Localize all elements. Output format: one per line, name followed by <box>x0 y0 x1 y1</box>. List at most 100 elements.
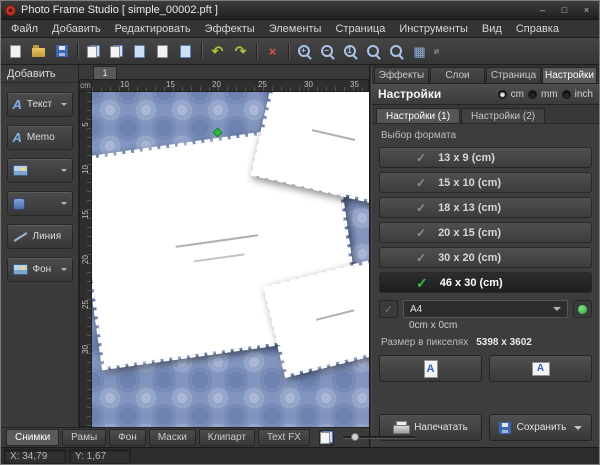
close-button[interactable]: × <box>578 3 595 17</box>
slider-thumb[interactable] <box>351 433 359 441</box>
subtab-settings-2[interactable]: Настройки (2) <box>461 108 545 123</box>
panel-title: Настройки <box>378 87 441 101</box>
green-dot-icon <box>578 305 587 314</box>
add-text-button[interactable]: A Текст <box>7 92 73 117</box>
menu-page[interactable]: Страница <box>328 21 392 37</box>
new-document-icon[interactable] <box>5 41 26 62</box>
radio-cm[interactable] <box>498 90 507 99</box>
orientation-portrait-button[interactable]: A <box>379 355 482 382</box>
zoom-region-icon[interactable] <box>386 41 407 62</box>
prev-page-icon[interactable] <box>152 41 173 62</box>
tab-masks[interactable]: Маски <box>149 429 196 446</box>
add-memo-button[interactable]: A Memo <box>7 125 73 150</box>
menu-view[interactable]: Вид <box>475 21 509 37</box>
toolbar-separator <box>201 43 202 59</box>
check-icon: ✓ <box>416 202 426 214</box>
redo-icon[interactable]: ↷ <box>230 41 251 62</box>
zoom-actual-icon[interactable]: 1 <box>340 41 361 62</box>
background-image-icon <box>13 264 28 275</box>
radio-inch-label: inch <box>575 89 593 100</box>
zoom-out-icon[interactable]: − <box>317 41 338 62</box>
add-line-button[interactable]: Линия <box>7 224 73 249</box>
open-folder-icon[interactable] <box>28 41 49 62</box>
paper-size-select[interactable]: A4 <box>403 300 568 318</box>
title-bar: Photo Frame Studio [ simple_00002.pft ] … <box>1 1 599 20</box>
tab-backgrounds[interactable]: Фон <box>109 429 146 446</box>
format-option-18x13[interactable]: ✓ 18 x 13 (cm) <box>379 197 592 218</box>
frame-placeholder-text <box>194 253 245 262</box>
add-page-icon[interactable] <box>83 41 104 62</box>
custom-paper-check-icon[interactable]: ✓ <box>379 300 398 318</box>
menu-edit[interactable]: Редактировать <box>108 21 198 37</box>
rotate-handle[interactable] <box>212 127 222 137</box>
shape-icon <box>13 198 25 210</box>
add-image-button[interactable] <box>7 158 73 183</box>
v-tick: 15 <box>81 208 90 221</box>
apply-paper-size-button[interactable] <box>573 300 592 318</box>
panel-header: Настройки cm mm inch <box>372 84 599 105</box>
save-icon[interactable] <box>51 41 72 62</box>
frame-placeholder-text <box>312 129 356 141</box>
undo-icon[interactable]: ↶ <box>207 41 228 62</box>
menu-file[interactable]: Файл <box>4 21 45 37</box>
portrait-page-icon: A <box>424 360 438 378</box>
tab-clipart[interactable]: Клипарт <box>199 429 255 446</box>
zoom-in-icon[interactable]: + <box>294 41 315 62</box>
tab-snapshots[interactable]: Снимки <box>6 429 59 446</box>
custom-paper-row: ✓ A4 <box>379 300 592 318</box>
h-tick: 30 <box>304 80 313 89</box>
thumbnail-view-button[interactable] <box>319 430 334 446</box>
menu-add[interactable]: Добавить <box>45 21 108 37</box>
chevron-down-icon[interactable] <box>61 268 67 274</box>
format-option-46x30-selected[interactable]: ✓ 46 x 30 (cm) <box>379 272 592 293</box>
toolbar-clipped-text: и <box>434 46 439 56</box>
subtab-settings-1[interactable]: Настройки (1) <box>376 108 460 123</box>
work-row: Добавить A Текст A Memo <box>1 65 369 427</box>
chevron-down-icon[interactable] <box>574 426 582 434</box>
format-option-13x9[interactable]: ✓ 13 x 9 (cm) <box>379 147 592 168</box>
format-option-30x20[interactable]: ✓ 30 x 20 (cm) <box>379 247 592 268</box>
format-option-20x15[interactable]: ✓ 20 x 15 (cm) <box>379 222 592 243</box>
check-icon: ✓ <box>416 152 426 164</box>
tab-layers[interactable]: Слои <box>430 67 485 83</box>
save-button[interactable]: Сохранить <box>489 414 592 441</box>
tab-settings[interactable]: Настройки <box>542 67 597 83</box>
tab-page[interactable]: Страница <box>486 67 541 83</box>
duplicate-page-icon[interactable] <box>106 41 127 62</box>
design-canvas[interactable] <box>92 92 369 427</box>
maximize-button[interactable]: □ <box>556 3 573 17</box>
set-background-button[interactable]: Фон <box>7 257 73 282</box>
page-list-icon[interactable] <box>129 41 150 62</box>
next-page-icon[interactable] <box>175 41 196 62</box>
delete-icon[interactable]: × <box>262 41 283 62</box>
slider-track[interactable] <box>343 436 415 439</box>
settings-subtabs: Настройки (1) Настройки (2) <box>372 105 599 124</box>
tab-effects[interactable]: Эффекты <box>374 67 429 83</box>
minimize-button[interactable]: – <box>534 3 551 17</box>
chevron-down-icon[interactable] <box>61 169 67 175</box>
menu-effects[interactable]: Эффекты <box>198 21 262 37</box>
chevron-down-icon[interactable] <box>61 202 67 208</box>
grid-icon[interactable]: ▦ <box>409 41 430 62</box>
format-group-label: Выбор формата <box>381 130 592 141</box>
set-background-label: Фон <box>33 264 52 275</box>
orientation-landscape-button[interactable]: A <box>489 355 592 382</box>
menu-help[interactable]: Справка <box>509 21 566 37</box>
menu-bar: Файл Добавить Редактировать Эффекты Элем… <box>1 20 599 38</box>
tab-textfx[interactable]: Text FX <box>258 429 310 446</box>
page-tab-1[interactable]: 1 <box>93 66 117 79</box>
add-shape-button[interactable] <box>7 191 73 216</box>
format-option-15x10[interactable]: ✓ 15 x 10 (cm) <box>379 172 592 193</box>
menu-elements[interactable]: Элементы <box>262 21 329 37</box>
toolbar: ↶ ↷ × + − 1 ▦ и <box>1 38 599 65</box>
zoom-fit-icon[interactable] <box>363 41 384 62</box>
radio-mm[interactable] <box>528 90 537 99</box>
menu-tools[interactable]: Инструменты <box>392 21 475 37</box>
tab-frames[interactable]: Рамы <box>62 429 106 446</box>
orientation-row: A A <box>379 355 592 382</box>
v-tick: 10 <box>81 163 90 176</box>
settings-body: Выбор формата ✓ 13 x 9 (cm) ✓ 15 x 10 (c… <box>372 124 599 409</box>
printer-icon <box>393 421 408 434</box>
radio-inch[interactable] <box>562 90 571 99</box>
chevron-down-icon[interactable] <box>61 103 67 109</box>
